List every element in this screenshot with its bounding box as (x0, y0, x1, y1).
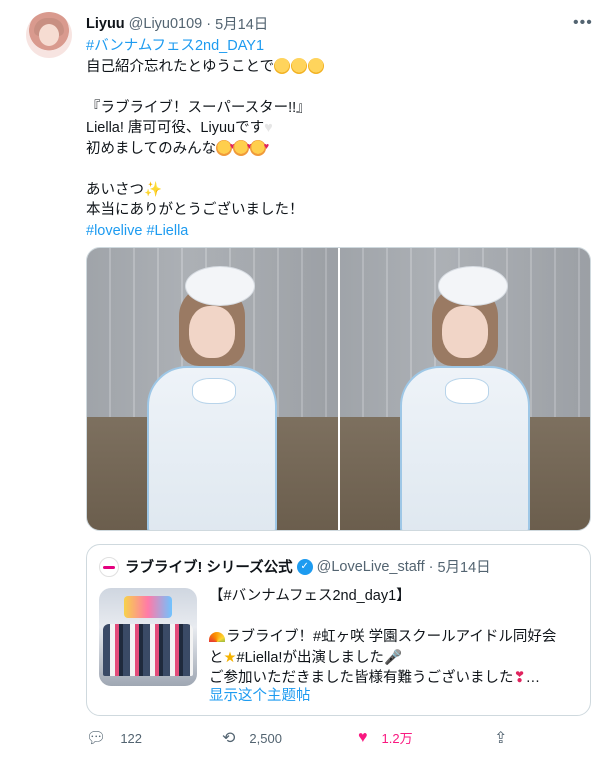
like-button[interactable]: ♥ 1.2万 (358, 728, 413, 747)
quoted-tweet[interactable]: ラブライブ! シリーズ公式 ✓ @LoveLive_staff · 5月14日 … (86, 544, 591, 716)
author-name[interactable]: Liyuu (86, 16, 125, 32)
text-line: 【#バンナムフェス2nd_day1】 (209, 588, 411, 604)
heart-icon: ♥ (358, 728, 368, 746)
separator: · (206, 15, 212, 32)
text-line: と (209, 649, 224, 666)
white-heart-icon: ♥ (264, 120, 273, 136)
pleading-face-icon (291, 57, 308, 74)
bow (192, 378, 237, 404)
text-line: 『ラブライブ！スーパースター!!』 (86, 99, 311, 116)
quoted-avatar[interactable] (99, 556, 119, 577)
bow (444, 378, 489, 404)
tweet-date[interactable]: 5月14日 (215, 13, 268, 34)
microphone-icon: 🎤 (383, 649, 403, 666)
verified-badge-icon: ✓ (296, 558, 313, 575)
text-line: Liella! 唐可可役、Liyuuです (86, 120, 265, 136)
tweet[interactable]: Liyuu @Liyu0109 · 5月14日 ••• #バンナムフェス2nd_… (0, 0, 599, 762)
show-thread-link[interactable]: 显示这个主题帖 (209, 684, 311, 705)
tweet-text: #バンナムフェス2nd_DAY1 自己紹介忘れたとゆうことで 『ラブライブ！スー… (86, 36, 586, 241)
ellipsis: … (525, 670, 541, 686)
quoted-tweet-header: ラブライブ! シリーズ公式 ✓ @LoveLive_staff · 5月14日 (99, 556, 491, 577)
retweet-icon: ⟲ (222, 730, 236, 747)
sparkles-icon: ✨ (144, 181, 163, 198)
avatar-face (39, 24, 59, 46)
hashtag-link[interactable]: #バンナムフェス2nd_DAY1 (86, 38, 264, 54)
event-sign (124, 596, 172, 618)
hashtag-link[interactable]: #Liella (146, 223, 188, 239)
like-count: 1.2万 (381, 731, 413, 746)
reply-icon: 💬︎ (86, 730, 107, 747)
smiling-face-with-hearts-icon (250, 136, 269, 156)
quoted-author-name[interactable]: ラブライブ! シリーズ公式 (125, 556, 293, 577)
quoted-text: 【#バンナムフェス2nd_day1】 ラブライブ！#虹ヶ咲 学園スクールアイドル… (209, 586, 581, 689)
author-handle[interactable]: @Liyu0109 (129, 16, 203, 32)
text-line: 初めましてのみんな (86, 140, 217, 157)
tweet-actions: 💬︎ 122 ⟲ 2,500 ♥ 1.2万 ⇪ (86, 728, 516, 752)
photo-subject (390, 266, 540, 530)
rainbow-icon (209, 632, 225, 642)
avatar[interactable] (26, 12, 72, 58)
group-photo (103, 624, 193, 676)
hashtag-link[interactable]: #lovelive (86, 223, 142, 239)
quoted-thumbnail[interactable] (99, 588, 197, 686)
exclamation-icon: ❣ (513, 670, 526, 686)
smiling-face-with-hearts-icon (216, 136, 235, 156)
pleading-face-icon (308, 57, 325, 74)
share-button[interactable]: ⇪ (494, 728, 521, 748)
quoted-author-handle[interactable]: @LoveLive_staff (317, 559, 425, 575)
text-line: あいさつ (86, 181, 144, 198)
smiling-face-with-hearts-icon (233, 136, 252, 156)
beret (437, 266, 508, 306)
photo-1[interactable] (87, 248, 338, 530)
star-icon: ★ (223, 649, 237, 666)
text-line: 自己紹介忘れたとゆうことで (86, 58, 275, 75)
reply-button[interactable]: 💬︎ 122 (86, 728, 142, 748)
share-icon: ⇪ (494, 730, 508, 747)
face (441, 306, 488, 358)
face (189, 306, 236, 358)
quoted-date[interactable]: 5月14日 (437, 556, 490, 577)
retweet-count: 2,500 (249, 730, 282, 746)
more-horizontal-icon[interactable]: ••• (573, 14, 593, 32)
photo-2[interactable] (339, 248, 590, 530)
pleading-face-icon (274, 57, 291, 74)
reply-count: 122 (120, 730, 143, 746)
tweet-header: Liyuu @Liyu0109 · 5月14日 (86, 13, 268, 34)
text-line: ラブライブ！#虹ヶ咲 学園スクールアイドル同好会 (226, 629, 557, 645)
beret (185, 266, 256, 306)
retweet-button[interactable]: ⟲ 2,500 (222, 728, 282, 748)
photo-grid (86, 247, 591, 531)
photo-subject (137, 266, 287, 530)
separator: · (428, 558, 434, 575)
text-line: #Liella!が出演しました (236, 649, 384, 666)
text-line: 本当にありがとうございました！ (86, 202, 304, 218)
